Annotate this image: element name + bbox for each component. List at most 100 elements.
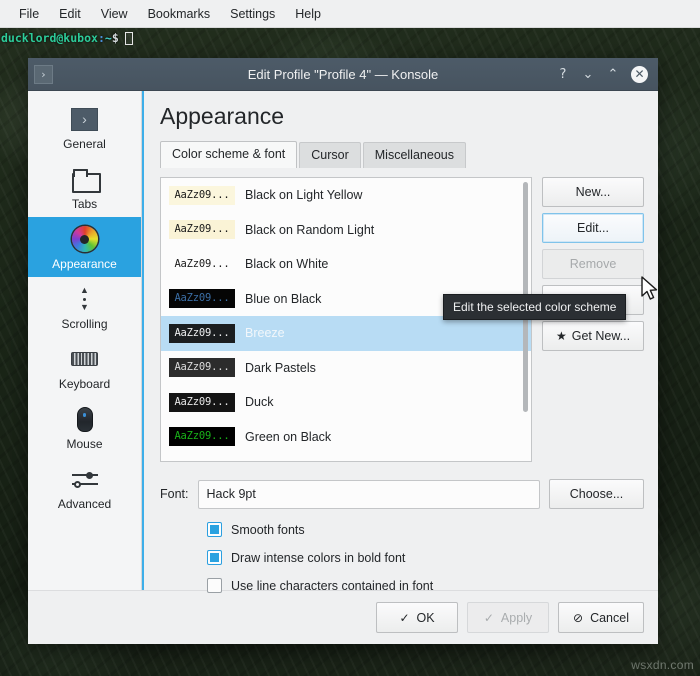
sidebar-item-mouse[interactable]: Mouse (28, 397, 141, 457)
scheme-name: Green on Black (245, 429, 332, 444)
sidebar-item-tabs[interactable]: Tabs (28, 157, 141, 217)
draw-intense-colors-checkbox[interactable]: Draw intense colors in bold font (207, 550, 644, 565)
terminal-prompt-line[interactable]: ducklord@kubox: ~ $ (0, 29, 700, 47)
scheme-preview-swatch: AaZz09... (169, 220, 235, 240)
sidebar-item-label: Advanced (57, 497, 112, 511)
page-title: Appearance (160, 103, 285, 129)
sidebar-item-label: General (63, 137, 106, 151)
checkbox-label: Draw intense colors in bold font (231, 550, 406, 565)
cancel-button[interactable]: ⊘ Cancel (558, 602, 644, 633)
prompt-user-host: ducklord@kubox (1, 31, 98, 45)
menu-view[interactable]: View (91, 4, 138, 24)
smooth-fonts-checkbox[interactable]: Smooth fonts (207, 522, 644, 537)
cancel-button-label: Cancel (590, 610, 629, 625)
menu-file[interactable]: File (9, 4, 49, 24)
sidebar-item-label: Mouse (66, 437, 103, 451)
scheme-row[interactable]: AaZz09... Black on White (161, 247, 531, 282)
edit-profile-dialog: › Edit Profile "Profile 4" — Konsole ? ⌄… (28, 58, 658, 644)
scheme-row[interactable]: AaZz09...Linux Colors (161, 454, 531, 461)
ok-button-label: OK (416, 610, 435, 625)
scheme-preview-swatch: AaZz09... (169, 323, 235, 343)
apply-button: ✓ Apply (467, 602, 550, 633)
tabbar: Color scheme & font Cursor Miscellaneous (160, 141, 644, 168)
scheme-row[interactable]: AaZz09... Black on Light Yellow (161, 178, 531, 213)
font-input[interactable]: Hack 9pt (197, 479, 540, 509)
color-scheme-rows: AaZz09... Black on Light Yellow AaZz09... B… (161, 178, 532, 461)
get-new-button[interactable]: ★ Get New... (542, 321, 644, 351)
sidebar-item-general[interactable]: › General (28, 97, 141, 157)
scheme-preview-swatch: AaZz09... (169, 185, 235, 205)
sidebar-item-label: Scrolling (61, 317, 108, 331)
check-icon: ✓ (399, 610, 410, 625)
help-icon[interactable]: ? (556, 68, 570, 81)
font-label: Font: (160, 487, 189, 501)
sidebar-item-label: Appearance (52, 257, 117, 271)
dialog-footer: ✓ OK ✓ Apply ⊘ Cancel (28, 590, 658, 644)
tab-cursor[interactable]: Cursor (299, 142, 361, 168)
ok-button[interactable]: ✓ OK (376, 602, 459, 633)
keyboard-icon (70, 344, 100, 374)
edit-button-label: Edit... (577, 221, 610, 235)
menu-help[interactable]: Help (285, 4, 331, 24)
font-options: Smooth fonts Draw intense colors in bold… (160, 522, 644, 593)
dialog-titlebar[interactable]: › Edit Profile "Profile 4" — Konsole ? ⌄… (28, 58, 658, 91)
sidebar-item-keyboard[interactable]: Keyboard (28, 337, 141, 397)
remove-button: Remove (542, 249, 644, 279)
tab-miscellaneous[interactable]: Miscellaneous (362, 142, 466, 168)
new-button[interactable]: New... (542, 177, 644, 207)
scheme-row[interactable]: AaZz09... Dark Pastels (161, 351, 531, 386)
scheme-name: Duck (245, 395, 274, 410)
tooltip: Edit the selected color scheme (443, 294, 627, 320)
prompt-colon: : (97, 31, 105, 45)
scheme-name: Blue on Black (245, 291, 322, 306)
scheme-name: Black on Light Yellow (245, 188, 363, 203)
scheme-preview-swatch: AaZz09... (169, 427, 235, 447)
scheme-preview-swatch: AaZz09... (169, 289, 235, 309)
tab-color-scheme-font[interactable]: Color scheme & font (160, 141, 298, 168)
prompt-path: ~ (104, 31, 112, 45)
menubar: File Edit View Bookmarks Settings Help (0, 0, 700, 28)
scroll-arrows-icon: ▲ ▼ (80, 285, 89, 312)
shade-icon[interactable]: ⌄ (581, 68, 595, 81)
menu-bookmarks[interactable]: Bookmarks (138, 4, 221, 24)
scheme-row[interactable]: AaZz09... Duck (161, 385, 531, 420)
scheme-row[interactable]: AaZz09... Breeze (161, 316, 532, 351)
checkbox-box (207, 522, 222, 537)
menu-edit[interactable]: Edit (49, 4, 91, 24)
terminal-prompt-icon: › (70, 104, 100, 134)
star-icon: ★ (555, 329, 567, 343)
scheme-preview-swatch: AaZz09... (169, 358, 235, 378)
apply-button-label: Apply (500, 610, 533, 625)
settings-sidebar: › General Tabs Appearance ▲ ▼ Scrolling K… (28, 91, 142, 590)
checkbox-box (207, 578, 222, 593)
get-new-button-label: Get New... (571, 329, 631, 343)
check-icon: ✓ (483, 610, 494, 625)
terminal-cursor (124, 31, 133, 45)
watermark: wsxdn.com (631, 658, 694, 672)
sliders-icon (70, 464, 100, 494)
color-wheel-icon (70, 224, 100, 254)
menu-settings[interactable]: Settings (220, 4, 285, 24)
cancel-icon: ⊘ (573, 610, 584, 625)
scheme-row[interactable]: AaZz09... Black on Random Light (161, 213, 531, 248)
remove-button-label: Remove (569, 257, 617, 271)
sidebar-item-advanced[interactable]: Advanced (28, 457, 141, 517)
titlebar-buttons: ? ⌄ ⌃ ✕ (556, 65, 658, 83)
edit-button[interactable]: Edit... (542, 213, 644, 243)
close-icon[interactable]: ✕ (631, 65, 648, 83)
font-row: Font: Hack 9pt Choose... (160, 479, 644, 509)
keep-above-icon[interactable]: ⌃ (606, 68, 620, 81)
choose-font-button[interactable]: Choose... (549, 479, 644, 509)
dialog-body: › General Tabs Appearance ▲ ▼ Scrolling K… (28, 91, 658, 593)
sidebar-item-label: Keyboard (58, 377, 111, 391)
settings-content: Appearance Color scheme & font Cursor Mi… (142, 91, 658, 593)
scheme-name: Breeze (245, 326, 285, 341)
scheme-name: Black on Random Light (245, 222, 375, 237)
sidebar-item-scrolling[interactable]: ▲ ▼ Scrolling (28, 277, 141, 337)
prompt-dollar: $ (111, 31, 119, 45)
folder-icon (70, 164, 101, 194)
scheme-preview-swatch: AaZz09... (169, 254, 235, 274)
scheme-row[interactable]: AaZz09... Green on Black (161, 420, 531, 455)
sidebar-item-label: Tabs (71, 197, 98, 211)
sidebar-item-appearance[interactable]: Appearance (28, 217, 141, 277)
